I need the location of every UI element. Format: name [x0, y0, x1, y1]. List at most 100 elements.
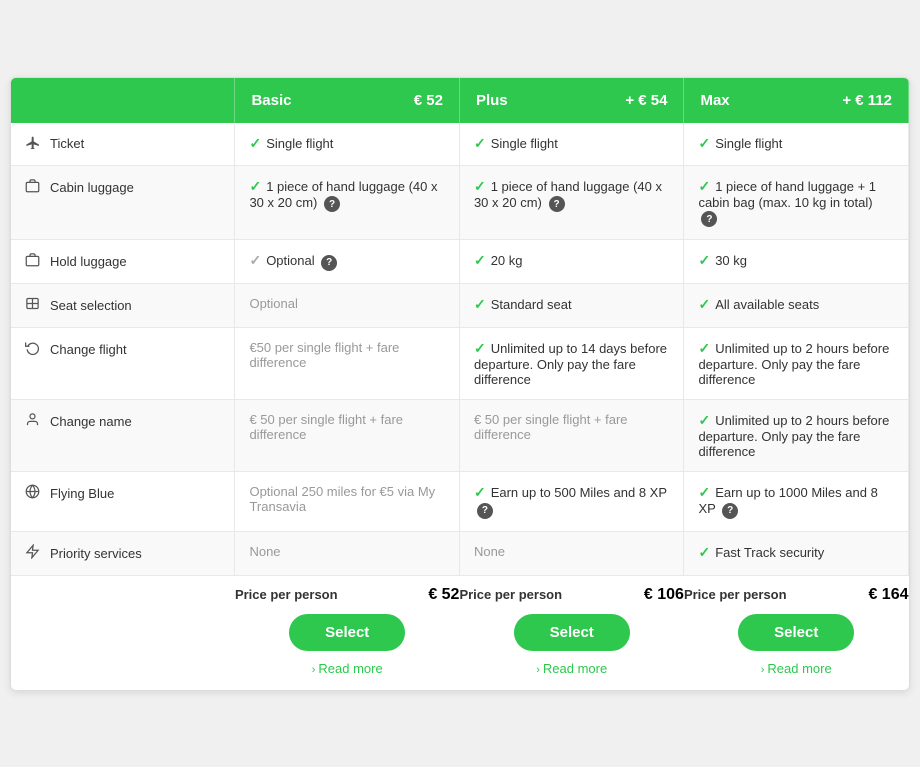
- header-plus: Plus + € 54: [459, 78, 684, 123]
- cell-5-2: ✓Unlimited up to 2 hours before departur…: [684, 400, 909, 472]
- header-max: Max + € 112: [684, 78, 909, 123]
- footer-plus: Price per person € 106 Select ›Read more: [459, 575, 684, 690]
- cell-6-2: ✓Earn up to 1000 Miles and 8 XP ?: [684, 472, 909, 532]
- cell-text: Unlimited up to 14 days before departure…: [474, 341, 667, 387]
- table-row: Seat selectionOptional✓Standard seat✓All…: [11, 284, 909, 328]
- plan-name-plus: Plus: [476, 92, 508, 109]
- row-label-5: Change name: [11, 400, 235, 472]
- row-label-1: Cabin luggage: [11, 165, 235, 240]
- cell-text: 20 kg: [491, 253, 523, 268]
- row-label-6: Flying Blue: [11, 472, 235, 532]
- table-row: Hold luggage ✓ Optional ? ✓ 20 kg ✓30 kg: [11, 240, 909, 284]
- cell-1-2: ✓1 piece of hand luggage + 1 cabin bag (…: [684, 165, 909, 240]
- select-button-basic[interactable]: Select: [289, 614, 405, 651]
- header-basic: Basic € 52: [235, 78, 460, 123]
- check-green-icon: ✓: [474, 484, 486, 500]
- price-value-max: € 164: [868, 586, 908, 604]
- check-green-icon: ✓: [474, 296, 486, 312]
- check-green-icon: ✓: [698, 412, 710, 428]
- cell-4-1: ✓Unlimited up to 14 days before departur…: [459, 328, 684, 400]
- check-gray-icon: ✓: [249, 252, 261, 268]
- table-row: Change name € 50 per single flight + fare…: [11, 400, 909, 472]
- cell-6-0: Optional 250 miles for €5 via My Transav…: [235, 472, 460, 532]
- footer-empty: [11, 575, 235, 690]
- cell-text: €50 per single flight + fare difference: [249, 340, 399, 370]
- read-more-basic[interactable]: ›Read more: [235, 657, 460, 684]
- check-green-icon: ✓: [698, 296, 710, 312]
- price-label-max: Price per person: [684, 587, 787, 602]
- cell-text: 1 piece of hand luggage + 1 cabin bag (m…: [698, 179, 876, 210]
- row-label-4: Change flight: [11, 328, 235, 400]
- footer-basic: Price per person € 52 Select ›Read more: [235, 575, 460, 690]
- plan-price-basic: € 52: [414, 92, 443, 109]
- plan-name-basic: Basic: [251, 92, 291, 109]
- cell-text: 1 piece of hand luggage (40 x 30 x 20 cm…: [249, 179, 437, 210]
- help-icon[interactable]: ?: [321, 255, 337, 271]
- footer-max: Price per person € 164 Select ›Read more: [684, 575, 909, 690]
- check-green-icon: ✓: [474, 178, 486, 194]
- cell-text: Unlimited up to 2 hours before departure…: [698, 413, 889, 459]
- check-green-icon: ✓: [474, 252, 486, 268]
- ticket-icon: [25, 135, 43, 153]
- cell-4-0: €50 per single flight + fare difference: [235, 328, 460, 400]
- read-more-max[interactable]: ›Read more: [684, 657, 909, 684]
- cell-5-0: € 50 per single flight + fare difference: [235, 400, 460, 472]
- flying-blue-icon: [25, 484, 43, 503]
- row-label-2: Hold luggage: [11, 240, 235, 284]
- row-label-0: Ticket: [11, 123, 235, 166]
- row-label-7: Priority services: [11, 531, 235, 575]
- help-icon[interactable]: ?: [549, 196, 565, 212]
- plan-price-plus: + € 54: [625, 92, 667, 109]
- cell-4-2: ✓Unlimited up to 2 hours before departur…: [684, 328, 909, 400]
- cell-2-1: ✓ 20 kg: [459, 240, 684, 284]
- help-icon[interactable]: ?: [722, 503, 738, 519]
- cell-text: 30 kg: [715, 253, 747, 268]
- cell-5-1: € 50 per single flight + fare difference: [459, 400, 684, 472]
- priority-services-icon: [25, 544, 43, 563]
- read-more-plus[interactable]: ›Read more: [459, 657, 684, 684]
- cell-2-0: ✓ Optional ?: [235, 240, 460, 284]
- cell-3-0: Optional: [235, 284, 460, 328]
- check-green-icon: ✓: [698, 340, 710, 356]
- help-icon[interactable]: ?: [324, 196, 340, 212]
- change-name-icon: [25, 412, 43, 431]
- cell-text: Standard seat: [491, 297, 572, 312]
- header-empty: [11, 78, 235, 123]
- price-value-basic: € 52: [428, 586, 459, 604]
- select-button-plus[interactable]: Select: [514, 614, 630, 651]
- help-icon[interactable]: ?: [477, 503, 493, 519]
- check-green-icon: ✓: [474, 135, 486, 151]
- cell-text: € 50 per single flight + fare difference: [249, 412, 403, 442]
- change-flight-icon: [25, 340, 43, 359]
- cabin-luggage-icon: [25, 178, 43, 197]
- table-row: Cabin luggage✓1 piece of hand luggage (4…: [11, 165, 909, 240]
- check-green-icon: ✓: [698, 135, 710, 151]
- table-row: Priority servicesNoneNone✓Fast Track sec…: [11, 531, 909, 575]
- cell-3-1: ✓ Standard seat: [459, 284, 684, 328]
- cell-text: € 50 per single flight + fare difference: [474, 412, 628, 442]
- cell-6-1: ✓Earn up to 500 Miles and 8 XP ?: [459, 472, 684, 532]
- cell-0-1: ✓Single flight: [459, 123, 684, 166]
- check-green-icon: ✓: [249, 178, 261, 194]
- plan-name-max: Max: [700, 92, 729, 109]
- check-green-icon: ✓: [698, 484, 710, 500]
- cell-text: Optional: [266, 253, 314, 268]
- seat-selection-icon: [25, 296, 43, 315]
- cell-3-2: ✓ All available seats: [684, 284, 909, 328]
- select-button-max[interactable]: Select: [738, 614, 854, 651]
- plan-price-max: + € 112: [842, 92, 892, 109]
- check-green-icon: ✓: [474, 340, 486, 356]
- cell-text: Optional 250 miles for €5 via My Transav…: [249, 484, 435, 514]
- cell-1-1: ✓1 piece of hand luggage (40 x 30 x 20 c…: [459, 165, 684, 240]
- help-icon[interactable]: ?: [701, 211, 717, 227]
- cell-text: All available seats: [715, 297, 819, 312]
- table-row: Ticket✓Single flight✓Single flight✓Singl…: [11, 123, 909, 166]
- pricing-table: Basic € 52 Plus + € 54 Max + € 112 Ticke…: [10, 77, 910, 691]
- check-green-icon: ✓: [698, 178, 710, 194]
- cell-text: 1 piece of hand luggage (40 x 30 x 20 cm…: [474, 179, 662, 210]
- table-row: Flying Blue Optional 250 miles for €5 via…: [11, 472, 909, 532]
- cell-2-2: ✓30 kg: [684, 240, 909, 284]
- cell-text: None: [249, 544, 280, 559]
- cell-text: Single flight: [715, 136, 782, 151]
- cell-7-2: ✓Fast Track security: [684, 531, 909, 575]
